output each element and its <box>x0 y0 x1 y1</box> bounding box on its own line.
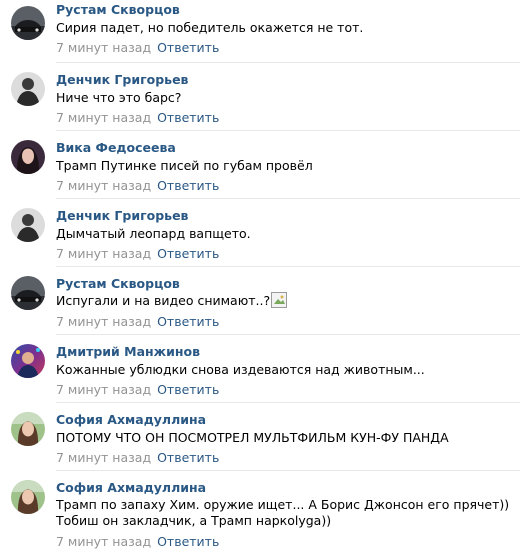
comment-text: Кожанные ублюдки снова издеваются над жи… <box>56 362 425 377</box>
comment-text: Трамп Путинке писей по губам провёл <box>56 158 313 173</box>
reply-link[interactable]: Ответить <box>157 110 219 125</box>
divider <box>56 470 520 471</box>
comment-author[interactable]: Рустам Скворцов <box>56 2 180 17</box>
girl-avatar[interactable] <box>11 140 45 174</box>
colorful-avatar[interactable] <box>11 344 45 378</box>
comment-meta: 7 минут назад Ответить <box>56 178 219 193</box>
girl-outdoor-avatar[interactable] <box>11 412 45 446</box>
reply-link[interactable]: Ответить <box>157 40 219 55</box>
comment-meta: 7 минут назад Ответить <box>56 110 219 125</box>
comment-text-content: Испугали и на видео снимают..? <box>56 293 271 308</box>
comment-text: ПОТОМУ ЧТО ОН ПОСМОТРЕЛ МУЛЬТФИЛЬМ КУН-Ф… <box>56 430 449 445</box>
comment-author[interactable]: Денчик Григорьев <box>56 72 188 87</box>
divider <box>56 266 520 267</box>
reply-link[interactable]: Ответить <box>157 534 219 549</box>
comment-text: Дымчатый леопард вапщето. <box>56 226 251 241</box>
comment-author[interactable]: Рустам Скворцов <box>56 276 180 291</box>
person-avatar[interactable] <box>11 72 45 106</box>
comment-time[interactable]: 7 минут назад <box>56 382 151 397</box>
comment-meta: 7 минут назад Ответить <box>56 382 219 397</box>
comment-time[interactable]: 7 минут назад <box>56 450 151 465</box>
comment-author[interactable]: Дмитрий Манжинов <box>56 344 200 359</box>
comment-meta: 7 минут назад Ответить <box>56 40 219 55</box>
car-avatar[interactable] <box>11 6 45 40</box>
reply-link[interactable]: Ответить <box>157 178 219 193</box>
comment-time[interactable]: 7 минут назад <box>56 178 151 193</box>
comment-meta: 7 минут назад Ответить <box>56 534 219 549</box>
comment-time[interactable]: 7 минут назад <box>56 534 151 549</box>
comment-text: Ниче что это барс? <box>56 90 182 105</box>
reply-link[interactable]: Ответить <box>157 314 219 329</box>
divider <box>56 402 520 403</box>
comment-author[interactable]: София Ахмадуллина <box>56 412 206 427</box>
reply-link[interactable]: Ответить <box>157 246 219 261</box>
person-avatar[interactable] <box>11 208 45 242</box>
comment-item: Рустам Скворцов Сирия падет, но победите… <box>0 0 520 60</box>
comment-meta: 7 минут назад Ответить <box>56 314 219 329</box>
comment-item: Дмитрий Манжинов Кожанные ублюдки снова … <box>0 334 520 402</box>
divider <box>56 62 520 63</box>
comment-item: Вика Федосеева Трамп Путинке писей по гу… <box>0 130 520 198</box>
car-avatar[interactable] <box>11 276 45 310</box>
comment-text: Испугали и на видео снимают..? <box>56 292 516 309</box>
divider <box>56 198 520 199</box>
comment-meta: 7 минут назад Ответить <box>56 246 219 261</box>
reply-link[interactable]: Ответить <box>157 382 219 397</box>
comment-text: Трамп по запаху Хим. оружие ищет... А Бо… <box>56 497 510 528</box>
comments-feed: Рустам Скворцов Сирия падет, но победите… <box>0 0 520 554</box>
comment-time[interactable]: 7 минут назад <box>56 40 151 55</box>
comment-text: Сирия падет, но победитель окажется не т… <box>56 20 364 35</box>
comment-item: София Ахмадуллина Трамп по запаху Хим. о… <box>0 470 520 554</box>
girl-outdoor-avatar[interactable] <box>11 480 45 514</box>
comment-item: Денчик Григорьев Дымчатый леопард вапщет… <box>0 198 520 266</box>
comment-author[interactable]: Денчик Григорьев <box>56 208 188 223</box>
comment-author[interactable]: Вика Федосеева <box>56 140 176 155</box>
broken-image-icon[interactable] <box>271 292 288 308</box>
comment-item: Денчик Григорьев Ниче что это барс? 7 ми… <box>0 62 520 130</box>
comment-time[interactable]: 7 минут назад <box>56 314 151 329</box>
divider <box>56 334 520 335</box>
reply-link[interactable]: Ответить <box>157 450 219 465</box>
comment-time[interactable]: 7 минут назад <box>56 110 151 125</box>
comment-item: Рустам Скворцов Испугали и на видео сним… <box>0 266 520 334</box>
comment-item: София Ахмадуллина ПОТОМУ ЧТО ОН ПОСМОТРЕ… <box>0 402 520 470</box>
comment-time[interactable]: 7 минут назад <box>56 246 151 261</box>
comment-author[interactable]: София Ахмадуллина <box>56 480 206 495</box>
comment-meta: 7 минут назад Ответить <box>56 450 219 465</box>
divider <box>56 130 520 131</box>
